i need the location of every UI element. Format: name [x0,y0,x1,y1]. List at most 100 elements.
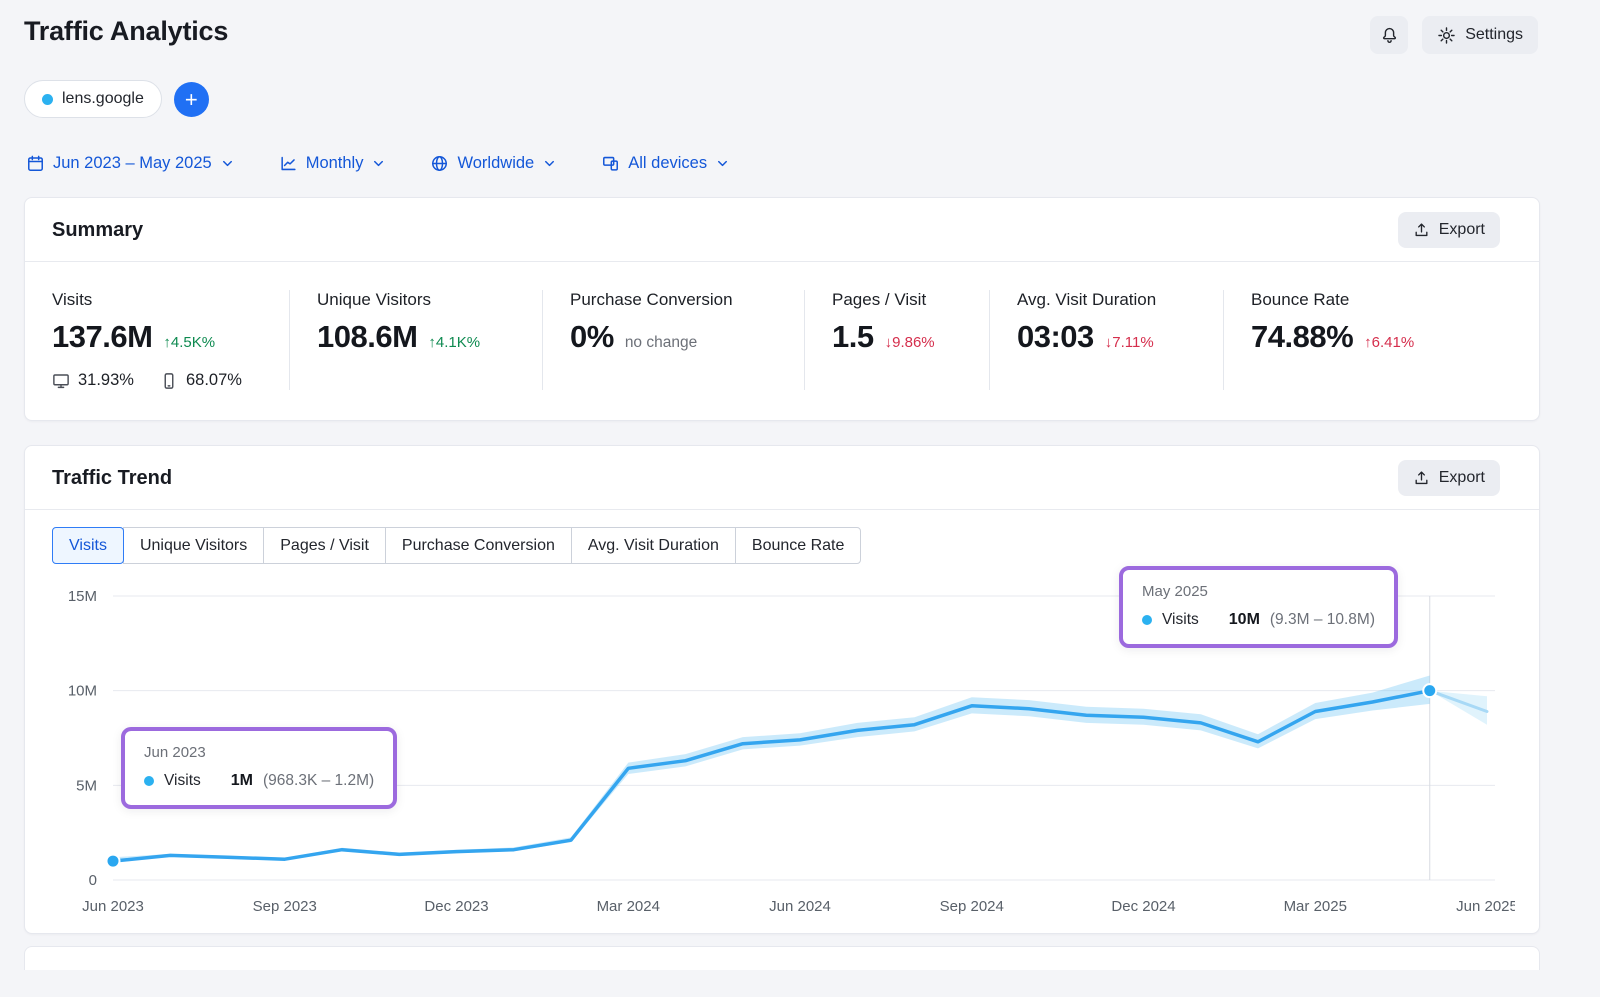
tab-pages-per-visit[interactable]: Pages / Visit [263,527,386,564]
metric-label: Bounce Rate [1251,290,1521,310]
metric-visits: Visits 137.6M ↑4.5K% 31.93% 68.07% [25,290,289,390]
granularity-label: Monthly [306,154,364,173]
summary-export-button[interactable]: Export [1398,212,1500,248]
tooltip-date: Jun 2023 [144,744,374,761]
metric-delta: ↑6.41% [1364,334,1414,351]
svg-text:Dec 2023: Dec 2023 [424,898,488,915]
metric-delta: ↑4.1K% [428,334,480,351]
date-range-label: Jun 2023 – May 2025 [53,154,212,173]
svg-text:Mar 2025: Mar 2025 [1284,898,1347,915]
desktop-icon [52,372,70,390]
tab-visits[interactable]: Visits [52,527,124,564]
tab-purchase-conversion[interactable]: Purchase Conversion [385,527,572,564]
metric-label: Pages / Visit [832,290,971,310]
mobile-share-value: 68.07% [186,371,242,390]
svg-text:15M: 15M [68,588,97,605]
svg-text:Dec 2024: Dec 2024 [1111,898,1175,915]
metric-bounce-rate: Bounce Rate 74.88% ↑6.41% [1223,290,1539,390]
metric-avg-visit-duration: Avg. Visit Duration 03:03 ↓7.11% [989,290,1223,390]
metric-value: 03:03 [1017,319,1094,355]
tooltip-range: (968.3K – 1.2M) [263,772,374,790]
granularity-filter[interactable]: Monthly [279,154,387,173]
trend-card-header: Traffic Trend Export [25,446,1539,510]
summary-export-label: Export [1439,221,1485,239]
metric-purchase-conversion: Purchase Conversion 0% no change [542,290,804,390]
metric-label: Avg. Visit Duration [1017,290,1205,310]
tooltip-range: (9.3M – 10.8M) [1270,611,1375,629]
metric-value: 137.6M [52,319,152,355]
devices-filter[interactable]: All devices [601,154,730,173]
next-card-edge [24,946,1540,970]
globe-icon [430,154,449,173]
region-filter[interactable]: Worldwide [430,154,557,173]
chart-tooltip-may-2025: May 2025 Visits 10M (9.3M – 10.8M) [1119,566,1398,648]
add-competitor-button[interactable]: + [174,82,209,117]
line-chart-icon [279,154,298,173]
trend-metric-tabs: Visits Unique Visitors Pages / Visit Pur… [52,527,1539,564]
svg-text:5M: 5M [76,777,97,794]
device-split: 31.93% 68.07% [52,371,271,390]
svg-text:Mar 2024: Mar 2024 [597,898,660,915]
metric-delta: no change [625,334,697,352]
region-label: Worldwide [457,154,534,173]
mobile-icon [160,372,178,390]
export-icon [1413,470,1430,487]
page-title: Traffic Analytics [24,16,228,47]
chevron-down-icon [715,156,730,171]
bell-icon [1380,26,1399,45]
trend-export-button[interactable]: Export [1398,460,1500,496]
chart-tooltip-jun-2023: Jun 2023 Visits 1M (968.3K – 1.2M) [121,727,397,809]
summary-metrics: Visits 137.6M ↑4.5K% 31.93% 68.07% [25,262,1539,420]
page-header: Traffic Analytics Settings [0,0,1600,54]
svg-text:0: 0 [89,872,97,889]
devices-label: All devices [628,154,707,173]
tab-unique-visitors[interactable]: Unique Visitors [123,527,264,564]
svg-text:Jun 2023: Jun 2023 [82,898,144,915]
header-actions: Settings [1370,16,1538,54]
summary-title: Summary [52,219,143,242]
devices-icon [601,154,620,173]
metric-unique-visitors: Unique Visitors 108.6M ↑4.1K% [289,290,542,390]
domain-chip[interactable]: lens.google [24,80,162,118]
trend-export-label: Export [1439,469,1485,487]
desktop-share-value: 31.93% [78,371,134,390]
tooltip-series: Visits [164,772,201,790]
tooltip-date: May 2025 [1142,583,1375,600]
metric-label: Unique Visitors [317,290,524,310]
svg-text:Jun 2024: Jun 2024 [769,898,831,915]
settings-button[interactable]: Settings [1422,16,1538,54]
mobile-share: 68.07% [160,371,242,390]
tab-avg-visit-duration[interactable]: Avg. Visit Duration [571,527,736,564]
metric-delta: ↓9.86% [885,334,935,351]
svg-text:Sep 2023: Sep 2023 [253,898,317,915]
chevron-down-icon [220,156,235,171]
metric-value: 1.5 [832,319,874,355]
summary-card: Summary Export Visits 137.6M ↑4.5K% 31.9… [24,197,1540,421]
metric-delta: ↓7.11% [1105,334,1154,351]
metric-label: Visits [52,290,271,310]
summary-card-header: Summary Export [25,198,1539,262]
filter-bar: Jun 2023 – May 2025 Monthly Worldwide Al… [26,154,1600,173]
metric-label: Purchase Conversion [570,290,786,310]
date-range-filter[interactable]: Jun 2023 – May 2025 [26,154,235,173]
svg-text:Jun 2025: Jun 2025 [1456,898,1515,915]
target-row: lens.google + [24,80,1600,118]
metric-value: 0% [570,319,614,355]
metric-value: 74.88% [1251,319,1353,355]
settings-label: Settings [1465,26,1523,44]
gear-icon [1437,26,1456,45]
domain-status-dot [42,94,53,105]
tooltip-series: Visits [1162,611,1199,629]
chevron-down-icon [371,156,386,171]
tooltip-value: 1M [231,772,253,790]
traffic-trend-card: Traffic Trend Export Visits Unique Visit… [24,445,1540,934]
svg-text:10M: 10M [68,683,97,700]
metric-pages-per-visit: Pages / Visit 1.5 ↓9.86% [804,290,989,390]
chevron-down-icon [542,156,557,171]
trend-title: Traffic Trend [52,467,172,490]
calendar-icon [26,154,45,173]
notifications-button[interactable] [1370,16,1408,54]
series-dot [1142,615,1152,625]
tab-bounce-rate[interactable]: Bounce Rate [735,527,862,564]
tooltip-value: 10M [1229,611,1260,629]
